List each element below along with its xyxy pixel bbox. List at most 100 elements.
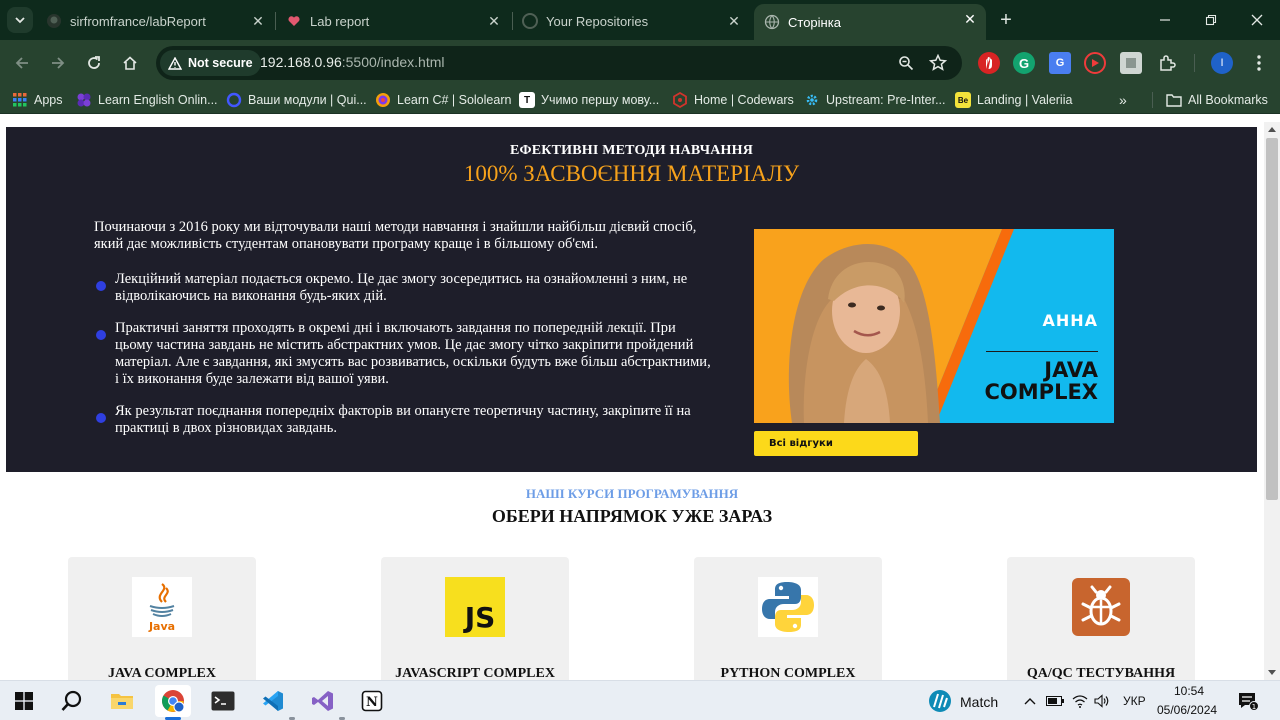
bookmark-quizlet[interactable]: Ваши модули | Qui... <box>226 91 367 109</box>
bookmark-learn-english[interactable]: Learn English Onlin... <box>76 91 218 109</box>
list-item: Практичні заняття проходять в окремі дні… <box>94 320 714 388</box>
close-icon[interactable]: ✕ <box>726 13 742 29</box>
windows-logo-icon <box>15 692 33 710</box>
search-icon <box>61 690 82 711</box>
svg-text:1: 1 <box>1252 703 1256 711</box>
scroll-down-arrow-icon[interactable] <box>1268 670 1276 675</box>
zoom-icon[interactable] <box>896 53 916 73</box>
course-title: JAVA COMPLEX <box>107 666 216 680</box>
restore-button[interactable] <box>1188 0 1234 40</box>
input-language[interactable]: УКР <box>1123 694 1146 708</box>
search-button[interactable] <box>54 685 90 717</box>
start-button[interactable] <box>6 685 42 717</box>
folder-icon <box>111 694 133 709</box>
arrow-right-icon <box>52 57 65 69</box>
bookmark-learn-language[interactable]: T Учимо першу мову... <box>519 91 659 109</box>
menu-kebab-icon[interactable] <box>1248 52 1270 74</box>
minimize-button[interactable] <box>1142 0 1188 40</box>
reload-button[interactable] <box>82 51 106 75</box>
close-icon[interactable]: ✕ <box>250 13 266 29</box>
battery-status[interactable] <box>1043 685 1067 717</box>
list-item: Як результат поєднання попередніх фактор… <box>94 403 714 437</box>
show-hidden-icons-button[interactable] <box>1018 685 1042 717</box>
bookmark-upstream[interactable]: Upstream: Pre-Inter... <box>804 91 945 109</box>
scroll-up-arrow-icon[interactable] <box>1268 127 1276 132</box>
restore-icon <box>1205 14 1217 26</box>
bookmark-sololearn[interactable]: Learn C# | Sololearn <box>375 91 511 109</box>
course-title: QA/QC ТЕСТУВАННЯ <box>1026 666 1176 680</box>
course-card-python[interactable]: PYTHON COMPLEX <box>694 557 882 680</box>
testimonial-banner: АННА JAVA COMPLEX <box>754 229 1114 423</box>
bookmark-star-icon[interactable] <box>928 53 948 73</box>
close-icon[interactable]: ✕ <box>962 11 978 27</box>
visual-studio-button[interactable] <box>305 685 341 717</box>
terminal-button[interactable] <box>205 685 241 717</box>
github-icon <box>46 13 62 29</box>
toolbar-divider <box>1194 54 1195 72</box>
tab-your-repositories[interactable]: Your Repositories ✕ <box>512 6 750 36</box>
notifications-button[interactable]: 1 <box>1232 685 1264 717</box>
bookmark-landing[interactable]: Be Landing | Valeriia <box>955 91 1072 109</box>
more-bookmarks-button[interactable]: » <box>1119 91 1127 109</box>
profile-avatar[interactable]: I <box>1211 52 1233 74</box>
course-card-qa[interactable]: QA/QC ТЕСТУВАННЯ <box>1007 557 1195 680</box>
bookmark-codewars[interactable]: Home | Codewars <box>672 91 794 109</box>
sports-icon <box>929 690 951 712</box>
screenshot-extension-icon[interactable] <box>1120 52 1142 74</box>
notion-icon: N <box>361 690 383 712</box>
scrollbar-thumb[interactable] <box>1266 138 1278 500</box>
close-icon[interactable]: ✕ <box>486 13 502 29</box>
course-name-line: JAVA <box>1044 358 1098 382</box>
tab-title: Lab report <box>310 13 370 29</box>
all-bookmarks-button[interactable]: All Bookmarks <box>1166 91 1268 109</box>
folder-icon <box>1166 92 1182 108</box>
site-info-button[interactable]: Not secure <box>160 50 261 76</box>
banner-divider <box>986 351 1098 352</box>
all-reviews-button[interactable]: Всі відгуки <box>754 431 918 456</box>
course-card-java[interactable]: Java JAVA COMPLEX <box>68 557 256 680</box>
forward-button[interactable] <box>46 51 70 75</box>
google-translate-extension-icon[interactable]: G <box>1049 52 1071 74</box>
adblock-extension-icon[interactable] <box>978 52 1000 74</box>
courses-kicker: НАШІ КУРСИ ПРОГРАМУВАННЯ <box>525 486 739 501</box>
vscode-icon <box>263 691 283 711</box>
url-host: 192.168.0.96 <box>260 54 342 70</box>
file-explorer-button[interactable] <box>104 685 140 717</box>
clock-date[interactable]: 05/06/2024 <box>1157 703 1217 717</box>
bullet-dot <box>96 281 106 291</box>
tab-storinka[interactable]: Сторінка ✕ <box>754 4 986 40</box>
new-tab-button[interactable]: + <box>994 9 1018 33</box>
security-label: Not secure <box>188 56 253 70</box>
back-button[interactable] <box>10 51 34 75</box>
grammarly-extension-icon[interactable]: G <box>1013 52 1035 74</box>
network-status[interactable] <box>1068 685 1092 717</box>
weather-widget[interactable] <box>924 685 956 717</box>
list-item: Лекційний матеріал подається окремо. Це … <box>94 271 714 305</box>
extensions-puzzle-icon[interactable] <box>1156 52 1178 74</box>
chevron-down-icon <box>15 17 25 24</box>
weather-label[interactable]: Match <box>960 694 998 710</box>
bookmark-label: Landing | Valeriia <box>977 93 1073 107</box>
tab-lab-report[interactable]: Lab report ✕ <box>276 6 510 36</box>
volume-control[interactable] <box>1090 685 1114 717</box>
bookmark-label: Учимо першу мову... <box>541 93 660 107</box>
page-scrollbar[interactable] <box>1264 122 1280 680</box>
notion-button[interactable]: N <box>354 685 390 717</box>
tab-labreport-repo[interactable]: sirfromfrance/labReport ✕ <box>36 6 274 36</box>
address-bar[interactable]: Not secure 192.168.0.96:5500/index.html <box>156 46 962 80</box>
url-text[interactable]: 192.168.0.96:5500/index.html <box>260 54 444 70</box>
methods-list: Лекційний матеріал подається окремо. Це … <box>94 271 714 452</box>
notification-icon: 1 <box>1239 693 1259 711</box>
vscode-button[interactable] <box>255 685 291 717</box>
bookmark-label: Learn C# | Sololearn <box>397 93 512 107</box>
tab-search-button[interactable] <box>7 7 33 33</box>
video-speed-extension-icon[interactable] <box>1084 52 1106 74</box>
chrome-taskbar-button[interactable] <box>155 685 191 717</box>
course-card-javascript[interactable]: JS JAVASCRIPT COMPLEX <box>381 557 569 680</box>
home-button[interactable] <box>118 51 142 75</box>
close-window-button[interactable] <box>1234 0 1280 40</box>
bookmark-apps[interactable]: Apps <box>12 91 63 109</box>
clock-time[interactable]: 10:54 <box>1174 684 1204 698</box>
methods-section: ЕФЕКТИВНІ МЕТОДИ НАВЧАННЯ 100% ЗАСВОЄННЯ… <box>6 127 1257 472</box>
url-path: :5500/index.html <box>341 54 445 70</box>
